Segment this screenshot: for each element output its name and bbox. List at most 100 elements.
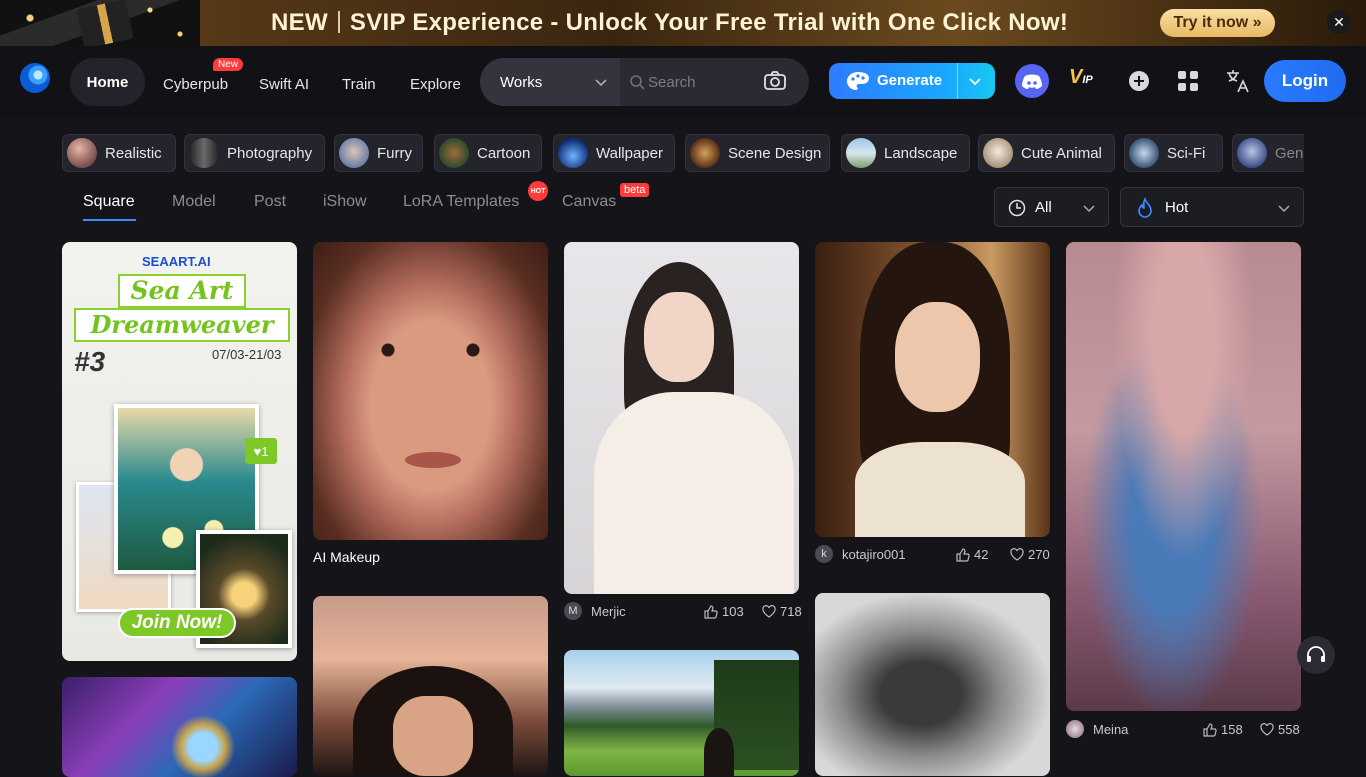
favorites-count[interactable]: 270 — [1010, 547, 1050, 562]
top-nav: Home Cyberpub New Swift AI Train Explore… — [0, 46, 1366, 118]
flame-icon — [1138, 197, 1152, 218]
search-icon — [630, 75, 645, 90]
category-chips: Realistic Photography Furry Cartoon Wall… — [62, 134, 1304, 172]
gallery-card-blurred-tall[interactable] — [1066, 242, 1301, 711]
chip-realistic[interactable]: Realistic — [62, 134, 176, 172]
chip-landscape[interactable]: Landscape — [841, 134, 970, 172]
chip-photography[interactable]: Photography — [184, 134, 325, 172]
portrait-face — [895, 302, 980, 412]
chip-sci-fi[interactable]: Sci-Fi — [1124, 134, 1223, 172]
favorites-value: 558 — [1278, 722, 1300, 737]
chip-thumbnail — [846, 138, 876, 168]
poster-brand: SEAART.AI — [142, 254, 211, 269]
heart-icon: ♥ — [253, 443, 262, 459]
chip-thumbnail — [983, 138, 1013, 168]
try-it-now-button[interactable]: Try it now » — [1160, 9, 1275, 37]
chip-label: Gen — [1275, 144, 1304, 162]
thumbs-up-icon — [956, 547, 970, 562]
gallery-card-mountain-meadow[interactable] — [564, 650, 799, 776]
chevron-down-icon — [1278, 205, 1290, 213]
search-scope-value: Works — [500, 73, 543, 91]
banner-separator — [337, 11, 340, 33]
gift-box-image — [0, 0, 200, 46]
likes-count[interactable]: 103 — [704, 604, 744, 619]
nav-train[interactable]: Train — [342, 76, 376, 93]
customer-support-button[interactable] — [1297, 636, 1335, 674]
heart-icon — [762, 604, 776, 618]
nav-swift-ai[interactable]: Swift AI — [259, 76, 309, 93]
discord-icon[interactable] — [1015, 64, 1049, 98]
tab-canvas[interactable]: Canvas — [562, 193, 616, 211]
plus-circle-icon[interactable] — [1128, 70, 1150, 92]
clock-icon — [1008, 199, 1026, 217]
apps-grid-icon[interactable] — [1177, 70, 1199, 92]
search-scope-select[interactable]: Works — [480, 58, 620, 106]
heart-icon — [1260, 722, 1274, 736]
chip-thumbnail — [339, 138, 369, 168]
likes-count[interactable]: 42 — [956, 547, 988, 562]
avatar[interactable]: M — [564, 602, 582, 620]
heart-icon — [1010, 547, 1024, 561]
nav-explore[interactable]: Explore — [410, 76, 461, 93]
new-badge: New — [213, 58, 244, 71]
likes-count[interactable]: 158 — [1203, 722, 1243, 737]
tab-square[interactable]: Square — [83, 193, 135, 211]
tab-ishow[interactable]: iShow — [323, 193, 367, 211]
poster-edition-number: #3 — [74, 346, 106, 377]
thumbs-up-icon — [704, 604, 718, 619]
chip-gen[interactable]: Gen — [1232, 134, 1304, 172]
chip-label: Cartoon — [477, 144, 531, 162]
gallery-card-ai-makeup[interactable] — [313, 242, 548, 540]
author-name[interactable]: kotajiro001 — [842, 547, 906, 562]
portrait-top — [855, 442, 1025, 537]
author-name[interactable]: Meina — [1093, 722, 1128, 737]
nav-cyberpub[interactable]: Cyberpub — [163, 76, 228, 93]
tab-post[interactable]: Post — [254, 193, 286, 211]
sort-filter-select[interactable]: Hot — [1120, 187, 1304, 227]
gallery-card-portrait-sunset[interactable] — [313, 596, 548, 776]
search-input[interactable] — [648, 70, 758, 94]
avatar[interactable]: k — [815, 545, 833, 563]
seaart-logo-icon[interactable] — [20, 63, 50, 93]
translate-icon[interactable] — [1225, 68, 1251, 94]
generate-button[interactable]: Generate — [829, 63, 995, 99]
favorites-count[interactable]: 718 — [762, 604, 802, 619]
chevron-down-icon[interactable] — [968, 74, 982, 88]
ai-makeup-caption[interactable]: AI Makeup — [313, 549, 380, 565]
gallery-card-sweater-girl[interactable] — [564, 242, 799, 594]
likes-value: 158 — [1221, 722, 1243, 737]
gallery-card-window-girl[interactable] — [815, 242, 1050, 537]
favorites-count[interactable]: 558 — [1260, 722, 1300, 737]
vip-icon[interactable]: VIP — [1069, 66, 1093, 89]
chip-label: Wallpaper — [596, 144, 663, 162]
avatar[interactable] — [1066, 720, 1084, 738]
vip-label: V — [1069, 66, 1083, 88]
tab-model[interactable]: Model — [172, 193, 216, 211]
dreamweaver-promo-card[interactable]: SEAART.AI Sea Art Dreamweaver #3 07/03-2… — [62, 242, 297, 661]
author-name[interactable]: Merjic — [591, 604, 626, 619]
chip-label: Scene Design — [728, 144, 822, 162]
join-now-button[interactable]: Join Now! — [118, 608, 236, 638]
generate-label: Generate — [877, 72, 943, 89]
time-filter-select[interactable]: All — [994, 187, 1109, 227]
chip-label: Photography — [227, 144, 313, 162]
chip-cartoon[interactable]: Cartoon — [434, 134, 542, 172]
camera-icon[interactable] — [763, 70, 787, 92]
thumbs-up-icon — [1203, 722, 1217, 737]
chip-scene-design[interactable]: Scene Design — [685, 134, 830, 172]
promo-banner[interactable]: NEW SVIP Experience - Unlock Your Free Tr… — [0, 0, 1366, 46]
chip-cute-animal[interactable]: Cute Animal — [978, 134, 1115, 172]
gallery-card-blurred[interactable] — [815, 593, 1050, 776]
nav-home[interactable]: Home — [70, 58, 145, 106]
chip-wallpaper[interactable]: Wallpaper — [553, 134, 675, 172]
chip-furry[interactable]: Furry — [334, 134, 423, 172]
tab-lora-templates[interactable]: LoRA Templates — [403, 193, 519, 211]
chip-thumbnail — [690, 138, 720, 168]
close-icon[interactable]: ✕ — [1327, 10, 1351, 34]
face-mouth — [405, 452, 461, 468]
figure-silhouette — [704, 728, 734, 776]
likes-value: 42 — [974, 547, 989, 562]
banner-new-label: NEW — [271, 9, 328, 36]
gallery-card-fantasy[interactable] — [62, 677, 297, 777]
login-button[interactable]: Login — [1264, 60, 1346, 102]
